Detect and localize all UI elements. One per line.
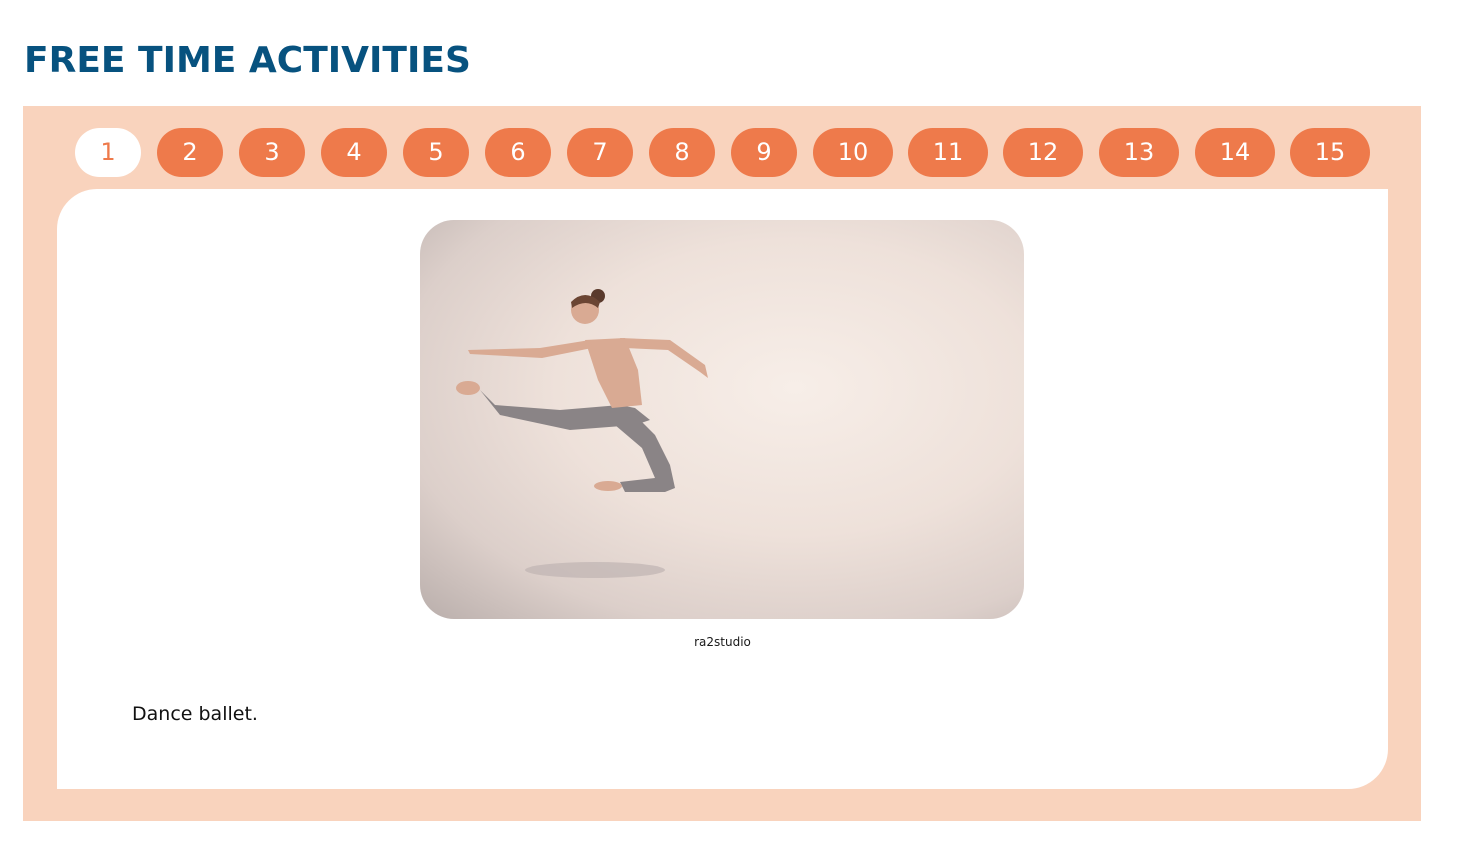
- tab-2[interactable]: 2: [157, 128, 223, 177]
- tab-3[interactable]: 3: [239, 128, 305, 177]
- tab-15[interactable]: 15: [1290, 128, 1370, 177]
- ballet-dancer-illustration: [456, 289, 708, 578]
- tab-5[interactable]: 5: [403, 128, 469, 177]
- slide-caption: Dance ballet.: [132, 703, 258, 725]
- tab-9[interactable]: 9: [731, 128, 797, 177]
- slide-panel: ra2studio Dance ballet.: [57, 189, 1388, 789]
- tab-4[interactable]: 4: [321, 128, 387, 177]
- tab-14[interactable]: 14: [1195, 128, 1275, 177]
- ballet-dancer-photo: [420, 220, 1024, 619]
- tab-10[interactable]: 10: [813, 128, 893, 177]
- tab-11[interactable]: 11: [908, 128, 988, 177]
- tab-12[interactable]: 12: [1003, 128, 1083, 177]
- tab-6[interactable]: 6: [485, 128, 551, 177]
- tab-13[interactable]: 13: [1099, 128, 1179, 177]
- image-credit: ra2studio: [694, 635, 751, 649]
- tab-8[interactable]: 8: [649, 128, 715, 177]
- page-title: FREE TIME ACTIVITIES: [24, 40, 471, 81]
- activity-slideshow: 1 2 3 4 5 6 7 8 9 10 11 12 13 14 15 ra2s…: [23, 106, 1421, 821]
- tab-1[interactable]: 1: [75, 128, 141, 177]
- tab-7[interactable]: 7: [567, 128, 633, 177]
